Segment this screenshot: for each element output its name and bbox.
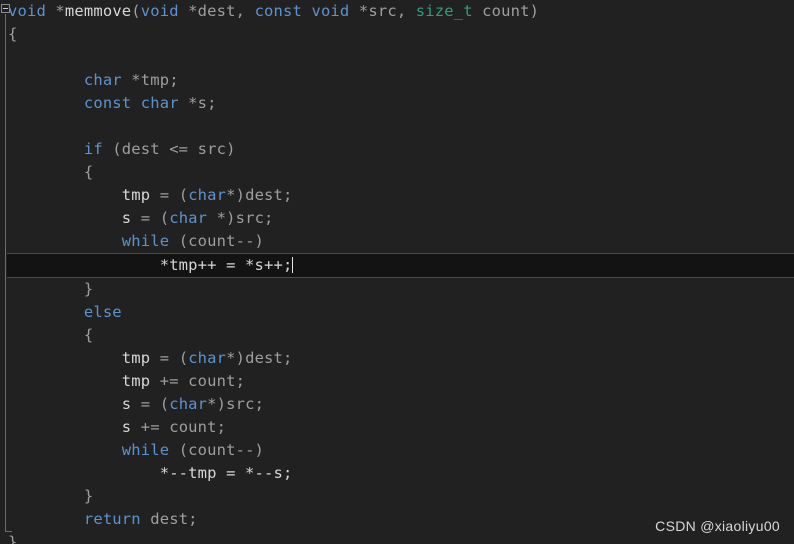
code-token: memmove (64, 2, 132, 20)
code-token: { (8, 25, 18, 43)
code-line[interactable]: { (0, 324, 794, 347)
code-token: { (8, 326, 94, 344)
code-line[interactable]: tmp = (char*)dest; (0, 347, 794, 370)
code-token: char (83, 71, 122, 89)
code-token: = ( (131, 395, 170, 413)
code-line[interactable]: if (dest <= src) (0, 138, 794, 161)
code-line[interactable]: } (0, 278, 794, 301)
code-line[interactable] (0, 115, 794, 138)
code-token: { (8, 163, 94, 181)
code-token: void (311, 2, 350, 20)
code-token: ( (131, 2, 141, 20)
code-token: tmp (121, 372, 151, 390)
code-line[interactable]: while (count--) (0, 230, 794, 253)
code-token: void (140, 2, 179, 20)
code-token: = ( (150, 349, 189, 367)
code-line[interactable]: s += count; (0, 416, 794, 439)
code-token: count) (472, 2, 540, 20)
code-token: const (83, 94, 132, 112)
code-token: void (8, 2, 46, 20)
code-line[interactable]: const char *s; (0, 92, 794, 115)
code-token: *src, (349, 2, 416, 20)
code-line[interactable]: tmp += count; (0, 370, 794, 393)
code-token: *)src; (207, 209, 274, 227)
code-token: (dest <= src) (102, 140, 236, 158)
code-token: char (140, 94, 179, 112)
code-token: = ( (131, 209, 170, 227)
code-token: tmp (121, 349, 151, 367)
code-token: tmp (121, 186, 151, 204)
code-line[interactable]: { (0, 161, 794, 184)
code-token: size_t (415, 2, 473, 20)
code-line[interactable]: } (0, 485, 794, 508)
code-editor[interactable]: void *memmove(void *dest, const void *sr… (0, 0, 794, 544)
code-line[interactable]: s = (char *)src; (0, 207, 794, 230)
code-token: *tmp; (121, 71, 179, 89)
code-token: *--tmp = *--s; (159, 464, 293, 482)
watermark-label: CSDN @xiaoliyu00 (655, 518, 780, 534)
code-token: } (8, 280, 94, 298)
code-token: = ( (150, 186, 189, 204)
code-line[interactable]: { (0, 23, 794, 46)
code-token: s (121, 418, 132, 436)
code-line-current[interactable]: *tmp++ = *s++; (7, 253, 794, 278)
code-token: } (8, 487, 94, 505)
code-line[interactable]: s = (char*)src; (0, 393, 794, 416)
code-token: char (169, 395, 208, 413)
code-token: char (188, 186, 227, 204)
code-line[interactable]: void *memmove(void *dest, const void *sr… (0, 0, 794, 23)
code-line[interactable]: while (count--) (0, 439, 794, 462)
code-token: s (121, 395, 132, 413)
code-token: (count--) (169, 232, 265, 250)
code-token: const (254, 2, 302, 20)
code-token: *tmp++ = *s++; (159, 256, 293, 274)
code-token: *dest, (178, 2, 255, 20)
code-token: } (8, 533, 18, 544)
code-token: *s; (178, 94, 217, 112)
code-token: (count--) (169, 441, 265, 459)
code-line[interactable] (0, 46, 794, 69)
text-caret (292, 257, 294, 273)
code-token: *)src; (207, 395, 265, 413)
code-token: while (121, 232, 170, 250)
code-line[interactable]: *--tmp = *--s; (0, 462, 794, 485)
code-token: *)dest; (226, 349, 293, 367)
code-token: *)dest; (226, 186, 293, 204)
code-token: while (121, 441, 170, 459)
code-token: char (169, 209, 208, 227)
code-token: char (188, 349, 227, 367)
code-line[interactable]: tmp = (char*)dest; (0, 184, 794, 207)
code-token: * (45, 2, 65, 20)
code-token: += count; (150, 372, 246, 390)
code-token: dest; (140, 510, 198, 528)
code-line[interactable]: else (0, 301, 794, 324)
code-token: if (83, 140, 103, 158)
code-token: return (83, 510, 141, 528)
code-token: += count; (131, 418, 227, 436)
code-token: else (83, 303, 122, 321)
code-area[interactable]: void *memmove(void *dest, const void *sr… (0, 0, 794, 544)
code-token: s (121, 209, 132, 227)
code-line[interactable]: char *tmp; (0, 69, 794, 92)
